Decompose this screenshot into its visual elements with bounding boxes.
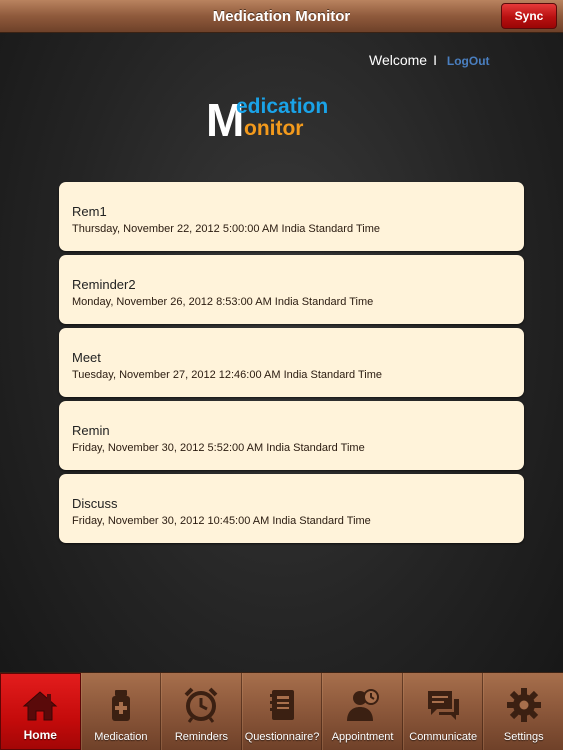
- reminder-date: Friday, November 30, 2012 5:52:00 AM Ind…: [72, 442, 365, 454]
- medication-monitor-logo: M edication onitor: [206, 94, 328, 140]
- tab-label: Reminders: [174, 731, 229, 743]
- person-clock-icon: [346, 689, 379, 721]
- reminder-date: Monday, November 26, 2012 8:53:00 AM Ind…: [72, 296, 374, 308]
- welcome-text: Welcome: [369, 52, 428, 68]
- logo-word-top: edication: [236, 95, 328, 118]
- sync-button[interactable]: Sync: [501, 3, 557, 29]
- logout-link[interactable]: LogOut: [447, 54, 490, 68]
- reminder-item[interactable]: Meet Tuesday, November 27, 2012 12:46:00…: [59, 328, 524, 397]
- alarm-clock-icon: [185, 687, 218, 723]
- app-title: Medication Monitor: [212, 8, 351, 25]
- tab-label: Settings: [503, 731, 544, 743]
- tab-label: Home: [23, 728, 57, 742]
- speech-bubbles-icon: [428, 691, 460, 720]
- reminder-name: Remin: [72, 423, 110, 438]
- medicine-bottle-icon: [111, 690, 130, 721]
- tab-communicate[interactable]: Communicate: [402, 673, 484, 750]
- top-nav-bar: Medication Monitor Sync: [0, 0, 563, 33]
- bottom-tab-bar: Home Medication Reminders Questionnaire?…: [0, 672, 563, 750]
- tab-label: Questionnaire?: [244, 731, 320, 743]
- reminder-item[interactable]: Discuss Friday, November 30, 2012 10:45:…: [59, 474, 524, 543]
- tab-reminders[interactable]: Reminders: [161, 673, 242, 750]
- notebook-icon: [270, 690, 295, 720]
- reminder-date: Thursday, November 22, 2012 5:00:00 AM I…: [72, 223, 380, 235]
- reminder-name: Meet: [72, 350, 101, 365]
- reminder-item[interactable]: Reminder2 Monday, November 26, 2012 8:53…: [59, 255, 524, 324]
- welcome-area: Welcome I LogOut: [369, 52, 490, 68]
- tab-home[interactable]: Home: [0, 673, 81, 750]
- tab-appointment[interactable]: Appointment: [322, 673, 403, 750]
- reminder-name: Reminder2: [72, 277, 136, 292]
- logo-word-bottom: onitor: [244, 117, 303, 140]
- reminder-name: Discuss: [72, 496, 118, 511]
- welcome-separator: I: [433, 52, 437, 68]
- reminder-item[interactable]: Remin Friday, November 30, 2012 5:52:00 …: [59, 401, 524, 470]
- tab-label: Appointment: [331, 731, 394, 743]
- tab-questionnaire[interactable]: Questionnaire?: [241, 673, 323, 750]
- tab-label: Medication: [94, 731, 148, 743]
- reminder-item[interactable]: Rem1 Thursday, November 22, 2012 5:00:00…: [59, 182, 524, 251]
- reminder-date: Tuesday, November 27, 2012 12:46:00 AM I…: [72, 369, 383, 381]
- home-icon: [22, 691, 58, 721]
- reminder-name: Rem1: [72, 204, 107, 219]
- tab-label: Communicate: [409, 731, 478, 743]
- tab-medication[interactable]: Medication: [80, 673, 162, 750]
- gear-icon: [506, 688, 541, 722]
- reminder-date: Friday, November 30, 2012 10:45:00 AM In…: [72, 515, 371, 527]
- tab-settings[interactable]: Settings: [483, 673, 563, 750]
- reminder-list: Rem1 Thursday, November 22, 2012 5:00:00…: [59, 182, 524, 547]
